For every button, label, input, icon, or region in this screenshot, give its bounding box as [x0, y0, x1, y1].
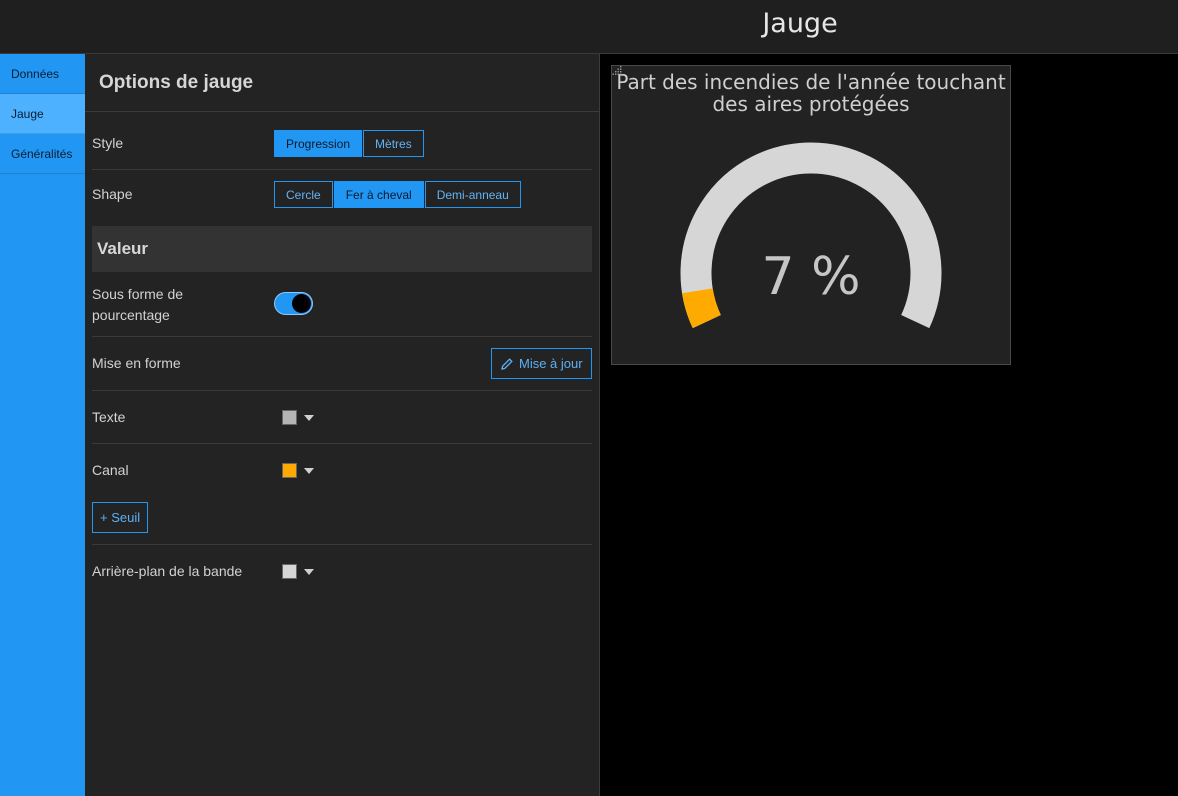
chevron-down-icon — [304, 467, 314, 474]
band-bg-label: Arrière-plan de la bande — [92, 563, 243, 579]
percent-toggle[interactable] — [274, 292, 313, 315]
shape-segmented: Cercle Fer à cheval Demi-anneau — [274, 181, 522, 208]
band-bg-color-swatch — [282, 564, 297, 579]
channel-color-picker[interactable] — [282, 463, 314, 478]
panel-title: Options de jauge — [99, 71, 254, 93]
chevron-down-icon — [304, 414, 314, 421]
section-valeur: Valeur — [92, 226, 592, 272]
shape-demi-anneau-button[interactable]: Demi-anneau — [424, 181, 521, 208]
add-threshold-button[interactable]: + Seuil — [92, 502, 149, 533]
text-color-picker[interactable] — [282, 410, 314, 425]
nav-item-jauge[interactable]: Jauge — [0, 94, 85, 134]
update-format-button[interactable]: Mise à jour — [491, 348, 592, 379]
shape-cercle-button[interactable]: Cercle — [274, 181, 333, 208]
options-panel: Options de jauge Style Progression Mètre… — [85, 54, 600, 796]
pencil-icon — [501, 357, 513, 370]
style-label: Style — [92, 135, 124, 151]
nav-item-generalites[interactable]: Généralités — [0, 134, 85, 174]
section-valeur-title: Valeur — [97, 239, 149, 258]
gauge-value-text: 7 % — [761, 247, 860, 307]
top-bar: Jauge — [0, 0, 1178, 54]
toggle-knob — [292, 294, 311, 313]
text-color-swatch — [282, 410, 297, 425]
gauge-chart: 7 % — [680, 142, 942, 329]
gauge-fill — [682, 287, 722, 329]
style-progression-button[interactable]: Progression — [274, 130, 363, 157]
percent-label-line1: Sous forme de — [92, 286, 184, 302]
shape-label: Shape — [92, 186, 133, 202]
page-title: Jauge — [762, 8, 838, 39]
side-nav: Données Jauge Généralités — [0, 54, 85, 796]
band-bg-color-picker[interactable] — [282, 564, 314, 579]
format-label: Mise en forme — [92, 355, 181, 371]
resize-handle-icon[interactable] — [612, 66, 622, 76]
divider — [92, 169, 592, 170]
update-format-label: Mise à jour — [519, 356, 583, 371]
style-metres-button[interactable]: Mètres — [363, 130, 424, 157]
panel-header: Options de jauge — [85, 54, 599, 112]
channel-color-swatch — [282, 463, 297, 478]
channel-color-label: Canal — [92, 462, 129, 478]
divider — [92, 443, 592, 444]
divider — [92, 336, 592, 337]
text-color-label: Texte — [92, 409, 126, 425]
shape-fer-a-cheval-button[interactable]: Fer à cheval — [333, 181, 424, 208]
gauge-card[interactable]: Part des incendies de l'année touchant d… — [611, 65, 1011, 365]
percent-label-line2: pourcentage — [92, 307, 170, 323]
chevron-down-icon — [304, 568, 314, 575]
style-segmented: Progression Mètres — [274, 130, 425, 157]
divider — [92, 390, 592, 391]
nav-item-donnees[interactable]: Données — [0, 54, 85, 94]
divider — [92, 544, 592, 545]
